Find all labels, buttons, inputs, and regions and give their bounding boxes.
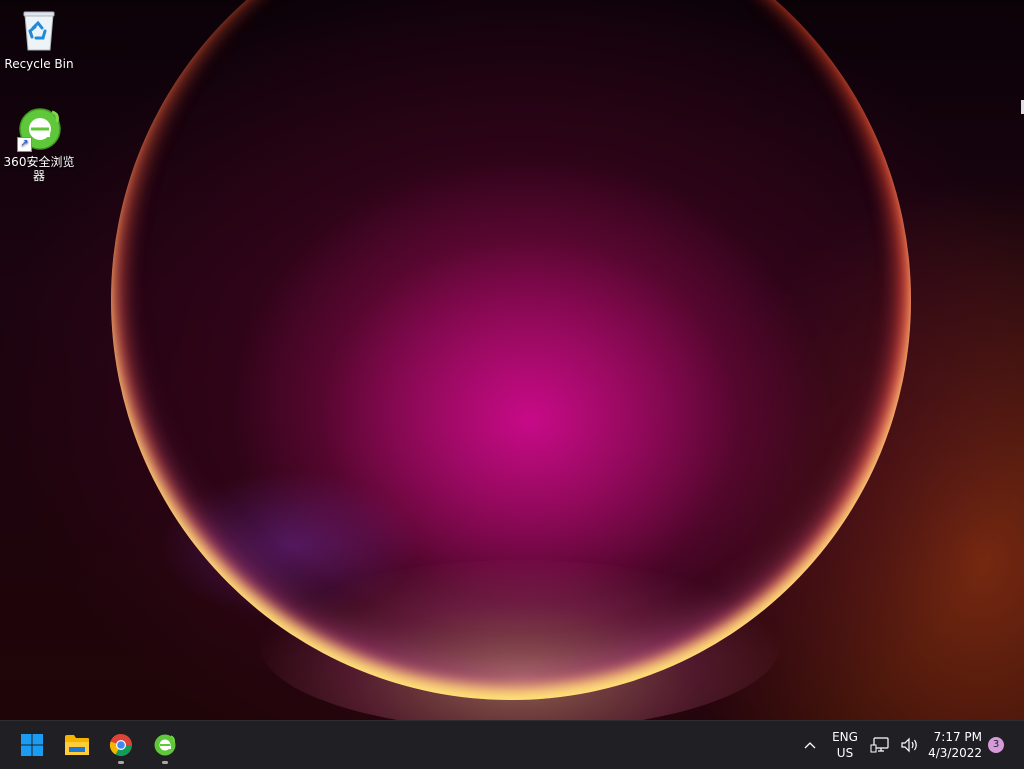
360-browser-icon (154, 734, 176, 756)
desktop-icon-label: 360安全浏览器 (3, 155, 75, 183)
clock-time: 7:17 PM (933, 730, 982, 744)
network-icon (870, 737, 889, 753)
windows-logo-icon (21, 734, 43, 756)
recycle-bin-icon (15, 6, 63, 54)
wallpaper-purple-glow (160, 470, 420, 620)
wallpaper-bottom-glow (260, 560, 780, 720)
folder-icon (65, 735, 89, 755)
taskbar-chrome[interactable] (101, 725, 141, 765)
taskbar: ENG US 7:17 PM 4/3/2022 3 (0, 720, 1024, 769)
clock[interactable]: 7:17 PM 4/3/2022 (928, 729, 982, 761)
desktop-icon-label: Recycle Bin (4, 57, 74, 71)
keyboard-region: US (836, 746, 854, 760)
running-indicator (118, 761, 124, 764)
taskbar-360-browser[interactable] (145, 725, 185, 765)
chrome-icon (109, 733, 132, 757)
language-indicator[interactable]: ENG US (826, 729, 864, 761)
running-indicator (162, 761, 168, 764)
chevron-up-icon (804, 742, 816, 749)
language-code: ENG (832, 730, 858, 744)
quick-settings-button[interactable] (870, 733, 920, 757)
taskbar-file-explorer[interactable] (57, 725, 97, 765)
desktop-icon-360-browser[interactable]: ↗ 360安全浏览器 (1, 104, 77, 183)
start-button[interactable] (12, 725, 52, 765)
clock-date: 4/3/2022 (928, 746, 982, 760)
360-browser-icon: ↗ (15, 104, 63, 152)
notification-count-badge[interactable]: 3 (988, 737, 1004, 753)
desktop-wallpaper: Recycle Bin ↗ 360安全浏览器 (0, 0, 1024, 720)
shortcut-arrow-icon: ↗ (17, 137, 32, 152)
volume-icon (901, 737, 917, 753)
wallpaper-glow-ring (111, 0, 911, 700)
show-hidden-icons-button[interactable] (798, 733, 822, 757)
desktop-icon-recycle-bin[interactable]: Recycle Bin (1, 6, 77, 71)
